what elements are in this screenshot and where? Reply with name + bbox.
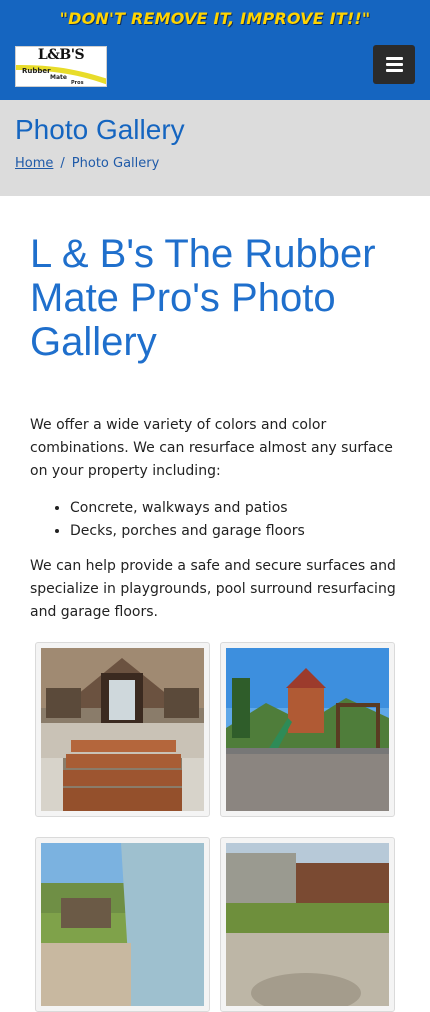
fire-pit-patio-photo: [226, 843, 389, 1006]
hamburger-icon-bar: [385, 69, 403, 72]
slogan: "DON'T REMOVE IT, IMPROVE IT!!": [59, 9, 371, 28]
hamburger-icon-bar: [385, 63, 403, 66]
list-item: Decks, porches and garage floors: [70, 520, 400, 543]
walkway-photo: [41, 648, 204, 811]
menu-toggle-button[interactable]: [373, 45, 415, 84]
top-header: "DON'T REMOVE IT, IMPROVE IT!!" L&B'S Ru…: [0, 0, 430, 100]
page-title: Photo Gallery: [15, 114, 185, 145]
breadcrumb-separator: /: [60, 156, 65, 171]
surface-list: Concrete, walkways and patios Decks, por…: [30, 497, 400, 543]
breadcrumb-home-link[interactable]: Home: [15, 156, 53, 171]
breadcrumb-current: Photo Gallery: [71, 156, 160, 171]
breadcrumb: Home / Photo Gallery: [15, 156, 159, 171]
gallery-photo-playground[interactable]: [220, 642, 395, 817]
gallery-heading: L & B's The Rubber Mate Pro's Photo Gall…: [30, 232, 376, 364]
main-content: L & B's The Rubber Mate Pro's Photo Gall…: [0, 196, 430, 1012]
logo-line-1: Rubber: [22, 67, 51, 75]
logo-line-3: Pros: [71, 80, 84, 86]
closing-paragraph: We can help provide a safe and secure su…: [30, 558, 396, 620]
page-title-bar: Photo Gallery Home / Photo Gallery: [0, 100, 430, 196]
hamburger-icon: [385, 57, 403, 60]
playground-photo: [226, 648, 389, 811]
gallery-photo-pool-surround[interactable]: [35, 837, 210, 1012]
gallery-photo-walkway[interactable]: [35, 642, 210, 817]
list-item: Concrete, walkways and patios: [70, 497, 400, 520]
logo-line-2: Mate: [50, 74, 67, 81]
gallery-photo-fire-pit-patio[interactable]: [220, 837, 395, 1012]
photo-gallery: [35, 642, 400, 1012]
pool-surround-photo: [41, 843, 204, 1006]
site-logo[interactable]: L&B'S Rubber Mate Pros: [15, 46, 107, 87]
intro-paragraph: We offer a wide variety of colors and co…: [30, 417, 393, 479]
